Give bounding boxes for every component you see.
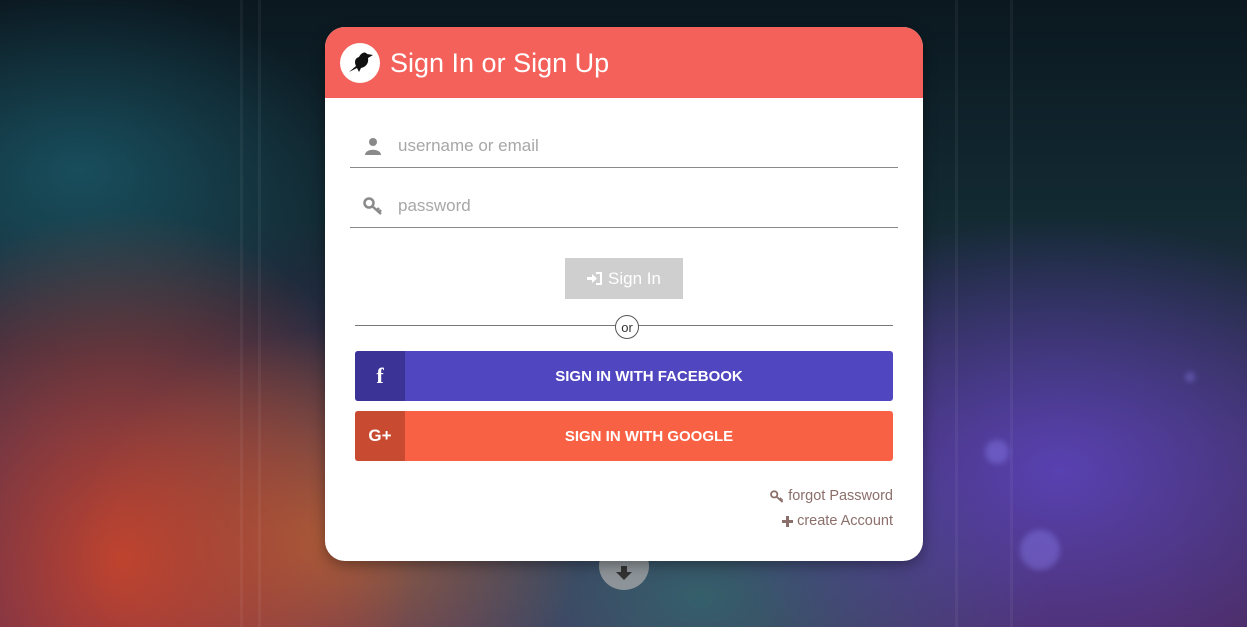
key-icon (770, 489, 784, 503)
sign-in-button[interactable]: Sign In (565, 258, 683, 299)
page-title: Sign In or Sign Up (390, 48, 610, 78)
card-header: Sign In or Sign Up (325, 27, 923, 98)
forgot-password-label: forgot Password (788, 488, 893, 504)
background-streak (258, 0, 261, 627)
or-separator: or (615, 315, 639, 339)
google-plus-icon: G+ (355, 411, 405, 461)
username-input[interactable] (396, 135, 898, 157)
background-bokeh (1020, 530, 1060, 570)
sign-in-label: Sign In (608, 268, 661, 288)
bird-logo-icon (340, 42, 380, 83)
facebook-icon: f (355, 351, 405, 401)
create-account-link[interactable]: create Account (782, 513, 893, 529)
plus-icon (782, 515, 794, 527)
username-field (350, 125, 898, 168)
background-bokeh (1185, 372, 1195, 382)
google-signin-label: SIGN IN WITH GOOGLE (564, 427, 734, 445)
google-signin-button[interactable]: G+ SIGN IN WITH GOOGLE (355, 411, 893, 461)
arrow-down-icon (616, 566, 632, 580)
key-icon (350, 197, 396, 215)
password-input[interactable] (396, 195, 898, 217)
sign-in-icon (587, 272, 603, 285)
background-streak (240, 0, 243, 627)
facebook-signin-button[interactable]: f SIGN IN WITH FACEBOOK (355, 351, 893, 401)
login-card: Sign In or Sign Up Sign In or f SIGN (325, 27, 923, 561)
background-streak (1010, 0, 1013, 627)
background-streak (955, 0, 958, 627)
facebook-signin-label: SIGN IN WITH FACEBOOK (555, 367, 743, 385)
password-field (350, 185, 898, 228)
create-account-label: create Account (797, 513, 893, 529)
forgot-password-link[interactable]: forgot Password (770, 488, 893, 504)
background-bokeh (985, 440, 1009, 464)
user-icon (350, 137, 396, 155)
